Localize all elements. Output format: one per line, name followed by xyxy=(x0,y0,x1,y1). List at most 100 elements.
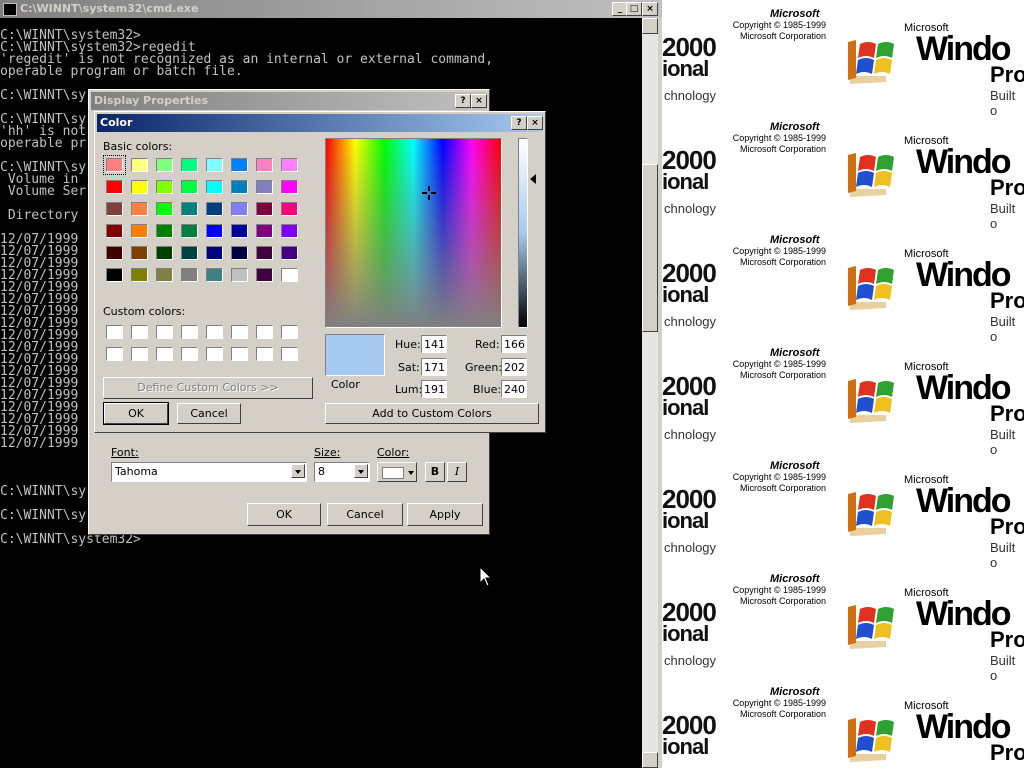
ok-button[interactable]: OK xyxy=(247,503,321,526)
color-picker-button[interactable] xyxy=(377,462,417,482)
green-input[interactable]: 202 xyxy=(501,358,527,376)
basic-color-swatch[interactable] xyxy=(181,158,198,172)
basic-color-swatch[interactable] xyxy=(106,246,123,260)
maximize-button[interactable]: □ xyxy=(626,2,642,16)
basic-color-swatch[interactable] xyxy=(156,202,173,216)
custom-color-swatch[interactable] xyxy=(231,325,248,339)
scroll-up-icon[interactable] xyxy=(642,18,658,34)
basic-color-swatch[interactable] xyxy=(106,202,123,216)
basic-color-swatch[interactable] xyxy=(103,155,126,175)
cancel-button[interactable]: Cancel xyxy=(177,403,241,424)
custom-color-swatch[interactable] xyxy=(131,325,148,339)
basic-color-swatch[interactable] xyxy=(206,180,223,194)
close-button[interactable]: × xyxy=(527,116,543,130)
luminosity-slider[interactable] xyxy=(518,138,528,328)
custom-color-swatch[interactable] xyxy=(231,347,248,361)
basic-color-swatch[interactable] xyxy=(256,180,273,194)
basic-color-swatch[interactable] xyxy=(106,224,123,238)
cancel-button[interactable]: Cancel xyxy=(327,503,403,526)
basic-color-swatch[interactable] xyxy=(206,158,223,172)
basic-color-swatch[interactable] xyxy=(156,224,173,238)
basic-color-swatch[interactable] xyxy=(231,268,248,282)
custom-color-swatch[interactable] xyxy=(181,325,198,339)
basic-color-swatch[interactable] xyxy=(131,158,148,172)
basic-color-swatch[interactable] xyxy=(181,224,198,238)
color-dialog[interactable]: Color ? × Basic colors: Custom colors: D… xyxy=(94,111,546,433)
basic-color-swatch[interactable] xyxy=(181,202,198,216)
red-input[interactable]: 166 xyxy=(501,335,527,353)
basic-color-swatch[interactable] xyxy=(131,202,148,216)
help-button[interactable]: ? xyxy=(511,116,527,130)
custom-color-swatch[interactable] xyxy=(106,325,123,339)
color-spectrum[interactable] xyxy=(325,138,502,328)
basic-color-swatch[interactable] xyxy=(131,246,148,260)
basic-color-swatch[interactable] xyxy=(156,246,173,260)
vertical-scrollbar[interactable] xyxy=(642,18,658,768)
basic-color-swatch[interactable] xyxy=(281,202,298,216)
blue-input[interactable]: 240 xyxy=(501,380,527,398)
display-properties-title-bar[interactable]: Display Properties ? × xyxy=(91,92,487,110)
custom-color-swatch[interactable] xyxy=(256,325,273,339)
basic-color-swatch[interactable] xyxy=(156,158,173,172)
basic-color-swatch[interactable] xyxy=(181,268,198,282)
basic-color-swatch[interactable] xyxy=(206,202,223,216)
basic-color-swatch[interactable] xyxy=(231,180,248,194)
close-button[interactable]: × xyxy=(642,2,658,16)
custom-color-swatch[interactable] xyxy=(106,347,123,361)
custom-color-swatch[interactable] xyxy=(206,325,223,339)
size-select[interactable]: 8 xyxy=(314,462,370,482)
italic-button[interactable]: I xyxy=(447,462,467,482)
basic-color-swatch[interactable] xyxy=(181,180,198,194)
basic-color-swatch[interactable] xyxy=(231,246,248,260)
custom-color-swatch[interactable] xyxy=(181,347,198,361)
basic-color-swatch[interactable] xyxy=(206,268,223,282)
basic-color-swatch[interactable] xyxy=(281,246,298,260)
bold-button[interactable]: B xyxy=(425,462,445,482)
basic-color-swatch[interactable] xyxy=(231,158,248,172)
chevron-down-icon[interactable] xyxy=(354,464,368,478)
basic-color-swatch[interactable] xyxy=(231,224,248,238)
chevron-down-icon[interactable] xyxy=(291,464,305,478)
custom-color-swatch[interactable] xyxy=(206,347,223,361)
cmd-title-bar[interactable]: C:\WINNT\system32\cmd.exe _ □ × xyxy=(0,0,662,18)
scroll-down-icon[interactable] xyxy=(642,752,658,768)
basic-color-swatch[interactable] xyxy=(231,202,248,216)
sat-input[interactable]: 171 xyxy=(421,358,447,376)
basic-color-swatch[interactable] xyxy=(256,158,273,172)
help-button[interactable]: ? xyxy=(455,94,471,108)
custom-color-swatch[interactable] xyxy=(131,347,148,361)
basic-color-swatch[interactable] xyxy=(156,180,173,194)
basic-color-swatch[interactable] xyxy=(131,224,148,238)
apply-button[interactable]: Apply xyxy=(407,503,483,526)
basic-color-swatch[interactable] xyxy=(106,268,123,282)
lum-input[interactable]: 191 xyxy=(421,380,447,398)
basic-color-swatch[interactable] xyxy=(256,202,273,216)
hue-input[interactable]: 141 xyxy=(421,335,447,353)
custom-color-swatch[interactable] xyxy=(256,347,273,361)
basic-color-swatch[interactable] xyxy=(206,246,223,260)
basic-color-swatch[interactable] xyxy=(256,246,273,260)
basic-color-swatch[interactable] xyxy=(131,180,148,194)
basic-color-swatch[interactable] xyxy=(131,268,148,282)
custom-color-swatch[interactable] xyxy=(281,325,298,339)
scroll-thumb[interactable] xyxy=(642,164,658,332)
custom-color-swatch[interactable] xyxy=(281,347,298,361)
basic-color-swatch[interactable] xyxy=(281,158,298,172)
custom-color-swatch[interactable] xyxy=(156,347,173,361)
basic-color-swatch[interactable] xyxy=(106,180,123,194)
basic-color-swatch[interactable] xyxy=(281,180,298,194)
color-dialog-title-bar[interactable]: Color ? × xyxy=(97,114,543,132)
add-to-custom-colors-button[interactable]: Add to Custom Colors xyxy=(325,403,539,424)
luminosity-pointer-icon[interactable] xyxy=(530,174,536,184)
basic-color-swatch[interactable] xyxy=(206,224,223,238)
define-custom-colors-button[interactable]: Define Custom Colors >> xyxy=(103,377,313,399)
basic-color-swatch[interactable] xyxy=(256,268,273,282)
ok-button[interactable]: OK xyxy=(103,402,169,425)
basic-color-swatch[interactable] xyxy=(156,268,173,282)
basic-color-swatch[interactable] xyxy=(181,246,198,260)
basic-color-swatch[interactable] xyxy=(281,268,298,282)
custom-color-swatch[interactable] xyxy=(156,325,173,339)
close-button[interactable]: × xyxy=(471,94,487,108)
basic-color-swatch[interactable] xyxy=(256,224,273,238)
font-select[interactable]: Tahoma xyxy=(111,462,307,482)
